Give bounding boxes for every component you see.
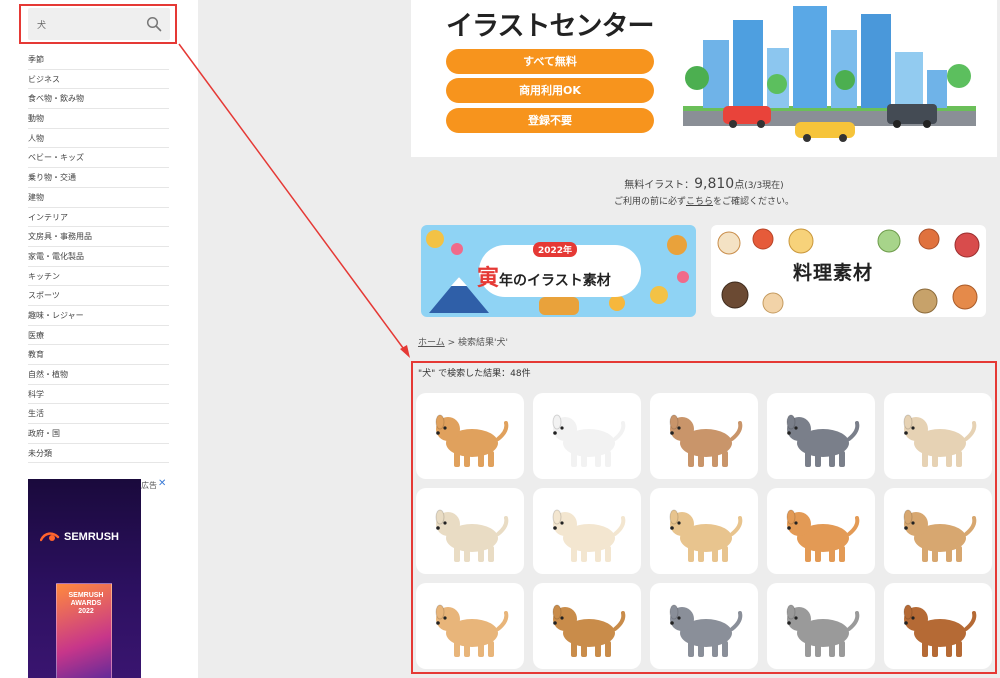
dog-illustration-icon bbox=[552, 604, 626, 657]
result-card-maltese[interactable] bbox=[533, 393, 641, 479]
sidebar-category-item[interactable]: インテリア bbox=[28, 208, 169, 228]
result-card-shiba-mask[interactable] bbox=[767, 488, 875, 574]
sidebar-category-item[interactable]: スポーツ bbox=[28, 286, 169, 306]
stats-count: 9,810 bbox=[694, 176, 735, 192]
breadcrumb-current: 検索結果'犬' bbox=[458, 338, 508, 348]
stats-unit: 点 bbox=[734, 180, 745, 191]
sidebar-category-item[interactable]: 食べ物・飲み物 bbox=[28, 89, 169, 110]
site-title: イラストセンター bbox=[446, 11, 654, 42]
dog-illustration-icon bbox=[435, 604, 509, 657]
dog-illustration-icon bbox=[669, 509, 743, 562]
sidebar-category-item[interactable]: 動物 bbox=[28, 109, 169, 129]
advertisement[interactable]: SEMRUSH SEMRUSH AWARDS 2022 bbox=[28, 479, 141, 678]
dog-illustration-icon bbox=[786, 509, 860, 562]
promo-left-title: 寅年のイラスト素材 bbox=[477, 260, 611, 292]
usage-notice: ご利用の前に必ずこちらをご確認ください。 bbox=[411, 194, 997, 207]
search-box bbox=[28, 8, 170, 40]
sidebar-category-item[interactable]: ビジネス bbox=[28, 70, 169, 90]
pill-no-registration[interactable]: 登録不要 bbox=[446, 108, 654, 133]
ad-trophy: SEMRUSH AWARDS 2022 bbox=[56, 583, 112, 678]
notice-after: をご確認ください。 bbox=[713, 197, 795, 207]
stats-date: (3/3現在) bbox=[744, 181, 784, 191]
dog-illustration-icon bbox=[903, 414, 977, 467]
sidebar-category-item[interactable]: 家電・電化製品 bbox=[28, 247, 169, 267]
sidebar-category-item[interactable]: 自然・植物 bbox=[28, 365, 169, 385]
sidebar-category-item[interactable]: 趣味・レジャー bbox=[28, 306, 169, 326]
dog-illustration-icon bbox=[552, 509, 626, 562]
breadcrumb-home[interactable]: ホーム bbox=[418, 338, 445, 348]
semrush-logo-icon bbox=[40, 532, 60, 542]
sidebar-category-item[interactable]: 医療 bbox=[28, 326, 169, 346]
tiger-kanji: 寅 bbox=[477, 266, 500, 291]
terms-link[interactable]: こちら bbox=[686, 197, 713, 207]
pill-free[interactable]: すべて無料 bbox=[446, 49, 654, 74]
result-card-shih-tzu[interactable] bbox=[884, 393, 992, 479]
pill-commercial[interactable]: 商用利用OK bbox=[446, 78, 654, 103]
result-card-akita-plush[interactable] bbox=[416, 583, 524, 669]
sidebar-category-item[interactable]: キッチン bbox=[28, 267, 169, 287]
search-icon[interactable] bbox=[146, 16, 162, 32]
sidebar-category-item[interactable]: 教育 bbox=[28, 345, 169, 365]
sidebar-category-item[interactable]: 科学 bbox=[28, 385, 169, 405]
result-card-chihuahua[interactable] bbox=[533, 488, 641, 574]
sidebar-category-item[interactable]: 生活 bbox=[28, 404, 169, 425]
dog-illustration-icon bbox=[786, 414, 860, 467]
stats-prefix: 無料イラスト： bbox=[624, 180, 695, 191]
promo-right-title: 料理素材 bbox=[793, 262, 874, 284]
category-list: 季節 ビジネス 食べ物・飲み物 動物 人物 ベビー・キッズ 乗り物・交通 建物 インテリア 文房具… bbox=[28, 50, 169, 464]
breadcrumb-separator: > bbox=[444, 338, 458, 348]
result-card-greyhound[interactable] bbox=[650, 583, 758, 669]
search-input[interactable] bbox=[28, 8, 140, 40]
result-summary: "犬" で検索した結果：48件 bbox=[418, 369, 531, 379]
sidebar-category-item[interactable]: 建物 bbox=[28, 188, 169, 208]
sidebar-category-item[interactable]: 人物 bbox=[28, 129, 169, 149]
dog-illustration-icon bbox=[435, 414, 509, 467]
ad-trophy-line-3: 2022 bbox=[78, 608, 94, 615]
breadcrumb: ホーム > 検索結果'犬' bbox=[418, 335, 508, 348]
ad-brand: SEMRUSH bbox=[40, 531, 119, 543]
sidebar-category-item[interactable]: 乗り物・交通 bbox=[28, 168, 169, 188]
sidebar-category-item[interactable]: 未分類 bbox=[28, 444, 169, 464]
dog-illustration-icon bbox=[669, 414, 743, 467]
dog-illustration-icon bbox=[903, 604, 977, 657]
dog-illustration-icon bbox=[669, 604, 743, 657]
sidebar-category-item[interactable]: 政府・国 bbox=[28, 424, 169, 444]
result-card-husky[interactable] bbox=[767, 393, 875, 479]
sidebar-category-item[interactable]: 文房具・事務用品 bbox=[28, 227, 169, 247]
promo-tiger-year[interactable]: 2022年 寅年のイラスト素材 bbox=[421, 225, 696, 317]
dog-illustration-icon bbox=[552, 414, 626, 467]
dog-illustration-icon bbox=[786, 604, 860, 657]
result-card-pekingese[interactable] bbox=[650, 393, 758, 479]
result-card-corgi[interactable] bbox=[416, 393, 524, 479]
result-card-shiba[interactable] bbox=[650, 488, 758, 574]
city-illustration bbox=[683, 6, 976, 142]
dog-illustration-icon bbox=[435, 509, 509, 562]
dog-illustration-icon bbox=[903, 509, 977, 562]
sidebar-category-item[interactable]: 季節 bbox=[28, 50, 169, 70]
year-badge: 2022年 bbox=[533, 242, 578, 257]
ad-brand-name: SEMRUSH bbox=[64, 531, 120, 543]
ad-close-icon[interactable]: ✕ bbox=[158, 478, 166, 489]
notice-before: ご利用の前に必ず bbox=[613, 197, 686, 207]
result-card-st-bernard[interactable] bbox=[884, 583, 992, 669]
result-card-yorkshire[interactable] bbox=[767, 583, 875, 669]
sidebar-category-item[interactable]: ベビー・キッズ bbox=[28, 148, 169, 169]
ad-trophy-line-2: AWARDS bbox=[70, 600, 102, 607]
result-card-mastiff[interactable] bbox=[533, 583, 641, 669]
ad-label: 広告 bbox=[141, 481, 157, 490]
promo-left-text: 年のイラスト素材 bbox=[499, 273, 611, 289]
promo-cooking[interactable]: 料理素材 bbox=[711, 225, 986, 317]
result-card-pug[interactable] bbox=[416, 488, 524, 574]
result-card-puppies[interactable] bbox=[884, 488, 992, 574]
ad-trophy-line-1: SEMRUSH bbox=[68, 592, 104, 599]
sidebar: 季節ビジネス食べ物・飲み物動物人物ベビー・キッズ乗り物・交通建物インテリア文房具… bbox=[0, 0, 198, 678]
illustration-stats: 無料イラスト：9,810点(3/3現在) bbox=[411, 176, 997, 192]
